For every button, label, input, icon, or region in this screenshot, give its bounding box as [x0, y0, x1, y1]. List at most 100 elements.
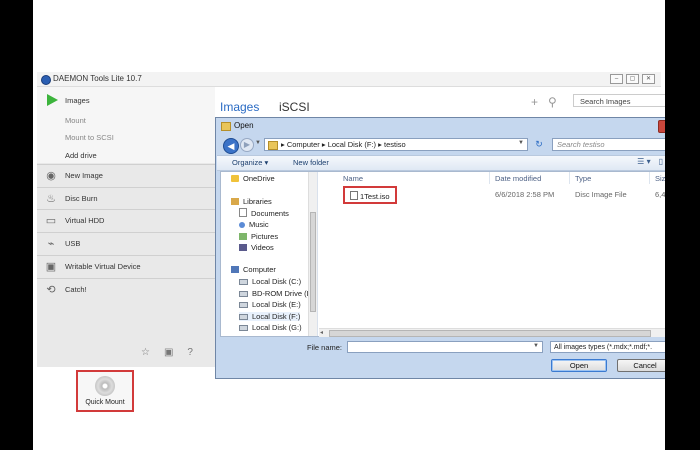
column-header-name[interactable]: Name [343, 174, 363, 183]
sidebar-item-writable-virtual-device[interactable]: ▣ Writable Virtual Device [37, 255, 215, 278]
recent-locations-dropdown[interactable]: ▼ [255, 140, 261, 146]
dialog-close-button[interactable]: ✕ [658, 120, 665, 133]
sidebar-item-mount[interactable]: Mount [65, 116, 86, 125]
sidebar-item-virtual-hdd[interactable]: ▭ Virtual HDD [37, 209, 215, 232]
app-titlebar: DAEMON Tools Lite 10.7 – ▢ ✕ [37, 72, 661, 87]
file-list-hscrollbar[interactable]: ◂ ▸ [319, 328, 665, 337]
nav-item-onedrive[interactable]: OneDrive [231, 174, 275, 183]
sidebar-item-label: Catch! [65, 285, 87, 294]
folder-icon [221, 122, 231, 131]
column-separator [569, 172, 570, 184]
onedrive-icon [231, 175, 239, 182]
back-button[interactable]: ◀ [223, 138, 239, 154]
usb-icon: ⌁ [47, 238, 55, 250]
nav-item-music[interactable]: Music [239, 220, 269, 229]
open-button[interactable]: Open [551, 359, 607, 372]
sidebar-item-label: New Image [65, 171, 103, 180]
column-header-type[interactable]: Type [575, 174, 591, 183]
nav-label: Local Disk (G:) [252, 323, 302, 332]
file-item-name: 1Test.iso [350, 191, 390, 201]
nav-item-libraries[interactable]: Libraries [231, 197, 272, 206]
image-search-input[interactable]: Search Images [573, 94, 665, 107]
nav-scroll-thumb[interactable] [310, 212, 316, 312]
nav-label: Music [249, 220, 269, 229]
nav-label: Libraries [243, 197, 272, 206]
file-name-dropdown[interactable]: ▼ [533, 343, 539, 349]
sidebar-item-label: Virtual HDD [65, 216, 105, 225]
file-list: Name Date modified Type Size 1Test.iso 6… [319, 172, 665, 337]
nav-item-documents[interactable]: Documents [239, 208, 289, 218]
window-controls: – ▢ ✕ [610, 74, 655, 84]
drive-icon [239, 314, 248, 320]
sidebar-item-label: USB [65, 239, 81, 248]
sidebar-item-images[interactable]: Images [65, 96, 90, 105]
view-controls: ☰ ▾ ▯ ? [637, 157, 665, 167]
preview-pane-icon[interactable]: ▯ [659, 157, 663, 167]
sidebar-item-usb[interactable]: ⌁ USB [37, 232, 215, 255]
play-icon [47, 94, 58, 106]
forward-button[interactable]: ▶ [240, 138, 254, 152]
scroll-left-icon[interactable]: ◂ [320, 329, 323, 336]
sidebar-item-new-image[interactable]: ◉ New Image [37, 164, 215, 187]
nav-item-drive-c[interactable]: Local Disk (C:) [239, 277, 301, 286]
close-button[interactable]: ✕ [642, 74, 655, 84]
organize-button[interactable]: Organize ▾ [232, 158, 268, 167]
file-type-select[interactable]: All images types (*.mdx;*.mdf;*. [550, 341, 665, 353]
file-name-input[interactable] [347, 341, 543, 353]
videos-icon [239, 244, 247, 251]
sidebar: Images Mount Mount to SCSI Add drive ◉ N… [37, 87, 215, 367]
new-folder-button[interactable]: New folder [293, 158, 329, 167]
dialog-title: Open [234, 121, 254, 130]
music-icon [239, 222, 245, 228]
fire-icon: ♨ [46, 193, 56, 205]
dialog-search-input[interactable]: Search testiso ⚲ [552, 138, 665, 151]
add-icon[interactable]: + [531, 95, 538, 109]
nav-item-videos[interactable]: Videos [239, 243, 274, 252]
dialog-toolbar: Organize ▾ New folder ☰ ▾ ▯ ? [217, 155, 665, 171]
view-options-icon[interactable]: ☰ ▾ [637, 157, 650, 167]
tab-images[interactable]: Images [220, 100, 259, 114]
nav-item-drive-d[interactable]: BD-ROM Drive (D [239, 289, 312, 298]
nav-label: Pictures [251, 232, 279, 241]
nav-item-pictures[interactable]: Pictures [239, 232, 278, 241]
minimize-button[interactable]: – [610, 74, 623, 84]
quick-mount-label: Quick Mount [85, 399, 125, 406]
search-icon[interactable]: ⚲ [548, 95, 557, 109]
quick-mount-button[interactable]: Quick Mount [76, 370, 134, 412]
column-header-date[interactable]: Date modified [495, 174, 541, 183]
dialog-search-placeholder: Search testiso [557, 140, 605, 149]
nav-item-drive-g[interactable]: Local Disk (G:) [239, 323, 302, 332]
address-dropdown[interactable]: ▼ [518, 140, 524, 146]
nav-scrollbar[interactable] [308, 172, 317, 336]
star-icon[interactable]: ☆ [141, 347, 150, 358]
address-path: ▸ Computer ▸ Local Disk (F:) ▸ testiso [281, 140, 406, 149]
sidebar-item-add-drive[interactable]: Add drive [65, 151, 97, 160]
help-icon[interactable]: ? [187, 347, 193, 358]
address-bar[interactable]: ▸ Computer ▸ Local Disk (F:) ▸ testiso [264, 138, 528, 151]
nav-label: Local Disk (F:) [252, 312, 301, 321]
maximize-button[interactable]: ▢ [626, 74, 639, 84]
refresh-icon[interactable]: ↻ [532, 138, 546, 151]
hscroll-thumb[interactable] [329, 330, 651, 337]
nav-label: Local Disk (E:) [252, 300, 301, 309]
nav-item-drive-e[interactable]: Local Disk (E:) [239, 300, 301, 309]
column-header-size[interactable]: Size [655, 174, 665, 183]
drive-icon [239, 279, 248, 285]
nav-label: Videos [251, 243, 274, 252]
tab-iscsi[interactable]: iSCSI [279, 100, 310, 114]
file-item-highlight[interactable]: 1Test.iso [343, 186, 397, 204]
nav-item-drive-f[interactable]: Local Disk (F:) [239, 312, 301, 321]
writable-device-icon: ▣ [45, 261, 57, 273]
app-title: DAEMON Tools Lite 10.7 [53, 74, 142, 83]
pictures-icon [239, 233, 247, 240]
nav-label: Local Disk (C:) [252, 277, 302, 286]
catch-icon: ⟲ [46, 284, 56, 296]
column-separator [489, 172, 490, 184]
sidebar-item-mount-scsi[interactable]: Mount to SCSI [65, 133, 114, 142]
window-icon[interactable]: ▣ [164, 347, 173, 358]
sidebar-item-catch[interactable]: ⟲ Catch! [37, 278, 215, 301]
cancel-button[interactable]: Cancel [617, 359, 665, 372]
nav-label: BD-ROM Drive (D [252, 289, 312, 298]
nav-item-computer[interactable]: Computer [231, 265, 276, 274]
sidebar-item-disc-burn[interactable]: ♨ Disc Burn [37, 187, 215, 210]
